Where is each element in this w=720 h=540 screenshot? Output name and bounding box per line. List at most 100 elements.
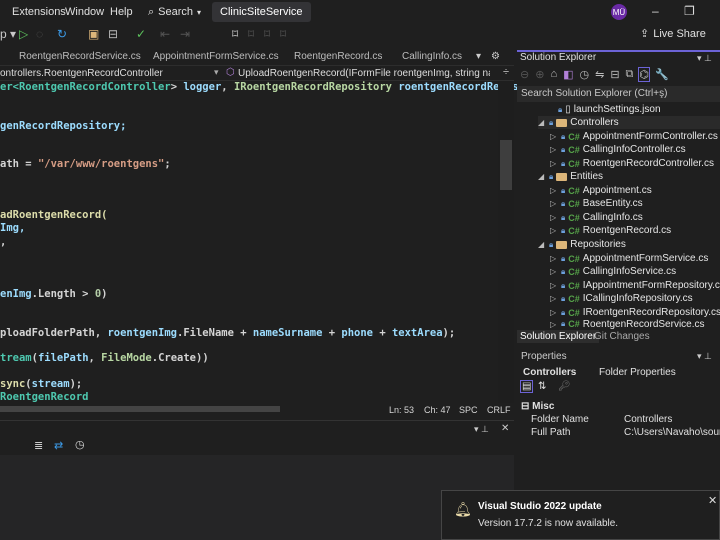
alphabetical-icon[interactable]: ⇅ (538, 381, 546, 392)
track-active-icon[interactable]: ⌬ (638, 67, 650, 82)
categorized-icon[interactable]: ▤ (519, 380, 534, 393)
tree-item-label: RoentgenRecordController.cs (582, 158, 714, 169)
tree-item-label: RoentgenRecord.cs (582, 225, 672, 236)
split-icon[interactable]: ÷ (503, 66, 509, 78)
tree-item-label: AppointmentFormController.cs (582, 131, 718, 142)
window-icon[interactable]: ⊟ (108, 27, 118, 41)
line-ending[interactable]: CRLF (487, 405, 511, 415)
menu-window[interactable]: Window (65, 6, 104, 18)
chevron-down-icon[interactable]: ▾ (214, 67, 219, 78)
solution-explorer-search[interactable]: Search Solution Explorer (Ctrl+ş) (517, 86, 720, 102)
refresh-icon[interactable]: ↻ (57, 27, 67, 41)
tree-item[interactable]: ▷ 🔒︎ C# RoentgenRecord.cs (550, 224, 671, 237)
collapse-all-icon[interactable]: ⊟ (610, 68, 619, 81)
tree-item[interactable]: ▷ 🔒︎ C# RoentgenRecordController.cs (550, 157, 714, 170)
tree-item[interactable]: ◢ 🔒︎ Repositories (538, 238, 626, 251)
folder-icon (556, 172, 568, 181)
show-all-files-icon[interactable]: ⧉ (626, 68, 634, 81)
solution-name-badge[interactable]: ClinicSiteService (212, 2, 311, 22)
tree-item[interactable]: ▷ 🔒︎ C# AppointmentFormController.cs (550, 130, 718, 143)
tree-item[interactable]: ▷ 🔒︎ C# IRoentgenRecordRepository.cs (550, 306, 720, 319)
search-button[interactable]: ⌕ Search ▾ (148, 4, 201, 20)
live-share-button[interactable]: ⇪ Live Share (640, 27, 706, 41)
editor-horizontal-scrollbar[interactable] (0, 406, 280, 412)
collapsed-icon: ▷ (550, 281, 557, 290)
code-editor[interactable]: er<RoentgenRecordController> logger, IRo… (0, 81, 544, 404)
output-content[interactable] (0, 455, 514, 540)
tree-item-label: BaseEntity.cs (582, 198, 643, 209)
class-dropdown[interactable]: ontrollers.RoentgenRecordController (0, 68, 163, 79)
properties-icon[interactable]: 🔧 (655, 68, 669, 81)
collapsed-icon: ▷ (550, 132, 557, 141)
tree-item[interactable]: ▷ 🔒︎ C# BaseEntity.cs (550, 197, 643, 210)
tree-item[interactable]: ▷ 🔒︎ C# Appointment.cs (550, 184, 652, 197)
tab-callinginfo[interactable]: CallingInfo.cs (402, 51, 462, 62)
editor-vertical-scrollbar[interactable] (498, 81, 514, 404)
tree-item[interactable]: ▷ 🔒︎ C# AppointmentFormService.cs (550, 252, 708, 265)
member-dropdown[interactable]: UploadRoentgenRecord(IFormFile roentgenI… (238, 68, 490, 79)
search-label: Search (158, 6, 194, 18)
category-label: Misc (532, 401, 555, 412)
property-value[interactable]: Controllers (624, 414, 672, 425)
panel-menu-icon[interactable]: ▾ ⊥ (697, 53, 712, 64)
gear-icon[interactable]: ⚙ (491, 51, 500, 62)
panel-menu-icon[interactable]: ▾ ⊥ (697, 351, 712, 362)
pending-changes-icon[interactable]: ◷ (580, 68, 590, 81)
tab-solution-explorer[interactable]: Solution Explorer (517, 330, 600, 343)
word-wrap-icon[interactable]: ⇄ (54, 439, 63, 452)
lock-icon: 🔒︎ (549, 239, 554, 249)
minimize-icon[interactable]: – (652, 4, 659, 18)
toolbar: p ▾ ▷ ◌ ↻ ▣ ⊟ ✓ ⇤ ⇥ ⌑ ⌑ ⌑ ⌑ (0, 24, 720, 46)
tab-git-changes[interactable]: Git Changes (594, 331, 650, 342)
dropdown-icon[interactable]: p ▾ (0, 27, 16, 41)
menu-help[interactable]: Help (110, 6, 133, 18)
line-number[interactable]: Ln: 53 (389, 405, 414, 415)
properties-object-type: Folder Properties (599, 367, 676, 378)
tree-item[interactable]: 🔒︎ ▯ launchSettings.json (558, 103, 661, 116)
home-icon[interactable]: ⌂ (550, 68, 557, 81)
tab-roentgenrecord[interactable]: RoentgenRecord.cs (294, 51, 382, 62)
tree-item[interactable]: ▷ 🔒︎ C# RoentgenRecordService.cs (550, 319, 705, 329)
menu-extensions[interactable]: Extensions (12, 6, 66, 18)
property-name: Folder Name (531, 414, 589, 425)
property-name: Full Path (531, 427, 571, 438)
scrollbar-thumb[interactable] (500, 140, 512, 190)
spellcheck-icon[interactable]: ✓ (136, 27, 146, 41)
tab-appointmentformservice[interactable]: AppointmentFormService.cs (153, 51, 279, 62)
property-value[interactable]: C:\Users\Navaho\source\r (624, 427, 720, 438)
close-icon[interactable]: ✕ (501, 423, 509, 434)
start-icon[interactable]: ▷ (19, 27, 28, 41)
csharp-file-icon: C# (568, 280, 580, 291)
tree-item-label: ICallingInfoRepository.cs (582, 293, 693, 304)
avatar[interactable]: MÜ (611, 4, 627, 20)
switch-views-icon[interactable]: ◧ (563, 68, 573, 81)
sync-icon[interactable]: ⇋ (595, 68, 604, 81)
panel-menu-icon[interactable]: ▾ ⊥ (474, 424, 489, 435)
tree-item[interactable]: ▷ 🔒︎ C# IAppointmentFormRepository.cs (550, 279, 720, 292)
tree-item[interactable]: ▷ 🔒︎ C# ICallingInfoRepository.cs (550, 292, 693, 305)
restore-icon[interactable]: ❐ (684, 4, 695, 18)
close-icon[interactable]: ✕ (708, 494, 717, 507)
collapsed-icon: ▷ (550, 199, 557, 208)
code-line: adRoentgenRecord( (0, 209, 108, 221)
tree-item[interactable]: ◢ 🔒︎ Entities (538, 170, 603, 183)
indent-mode[interactable]: SPC (459, 405, 478, 415)
tab-roentgenrecordservice[interactable]: RoentgenRecordService.cs (19, 51, 141, 62)
tree-item[interactable]: ▷ 🔒︎ C# CallingInfoController.cs (550, 143, 686, 156)
tree-item[interactable]: ▷ 🔒︎ C# CallingInfoService.cs (550, 265, 676, 278)
tree-item[interactable]: ▷ 🔒︎ C# CallingInfo.cs (550, 211, 643, 224)
tab-list-icon[interactable]: ▾ (476, 51, 481, 62)
update-notification[interactable]: 🔔︎ Visual Studio 2022 update Version 17.… (441, 490, 720, 540)
clear-all-icon[interactable]: ≣ (34, 439, 43, 452)
tree-item-selected[interactable]: ◢ 🔒︎ Controllers (538, 116, 720, 129)
open-folder-icon[interactable]: ▣ (88, 27, 99, 41)
bookmark-icon[interactable]: ⌑ (232, 27, 238, 41)
tree-item-label: AppointmentFormService.cs (582, 253, 709, 264)
bell-icon: 🔔︎ (454, 501, 472, 517)
category-misc[interactable]: ⊟ Misc (521, 401, 554, 412)
lock-icon: 🔒︎ (549, 171, 554, 181)
clock-icon[interactable]: ◷ (75, 438, 85, 451)
csharp-file-icon: C# (568, 198, 580, 209)
property-pages-icon[interactable]: 🔑︎ (558, 381, 571, 392)
column-number[interactable]: Ch: 47 (424, 405, 451, 415)
